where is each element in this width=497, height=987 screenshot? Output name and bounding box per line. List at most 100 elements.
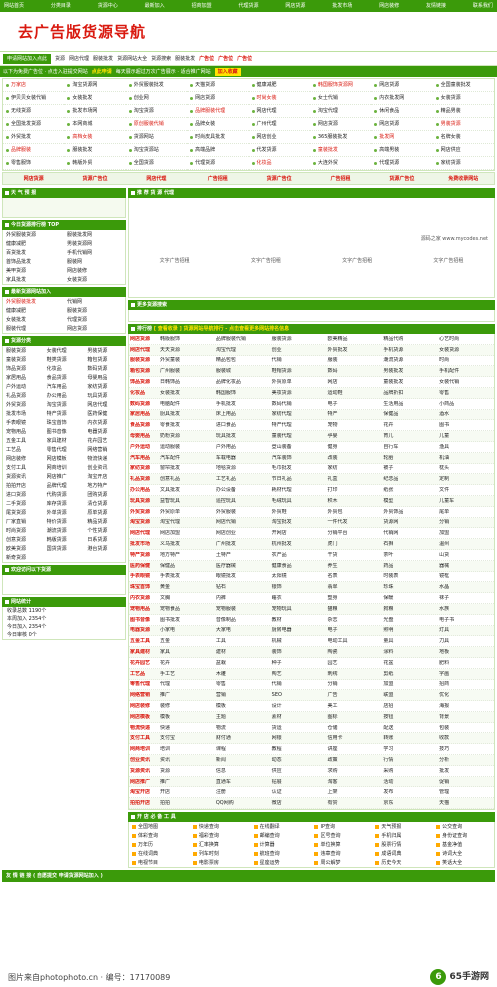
top-nav-item[interactable]: 最新加入 — [145, 3, 165, 9]
ranking-link[interactable]: 女装货源 — [438, 347, 494, 353]
ranking-link[interactable]: 货源 — [159, 768, 215, 774]
tool-link[interactable]: 在线词典 — [129, 849, 190, 858]
ranking-link[interactable]: 积木 — [326, 498, 382, 504]
category-link[interactable]: 医药保健 — [84, 409, 125, 418]
site-link[interactable]: 家纺货源 — [432, 157, 494, 170]
ranking-link[interactable]: 素材 — [271, 714, 327, 720]
category-link[interactable]: 汽车用品 — [44, 382, 85, 391]
tool-link[interactable]: IP查询 — [311, 822, 372, 831]
tool-link[interactable]: 公交查询 — [433, 822, 494, 831]
ranking-link[interactable]: 小家电 — [159, 627, 215, 633]
category-link[interactable]: 支付工具 — [3, 463, 44, 472]
ranking-link[interactable]: 外贸童装 — [159, 357, 215, 363]
ranking-link[interactable]: 外贸包 — [326, 509, 382, 515]
ranking-link[interactable]: 尾单 — [438, 509, 494, 515]
category-link[interactable]: 清仓货源 — [84, 499, 125, 508]
tool-link[interactable]: 身份证查询 — [433, 831, 494, 840]
category-link[interactable]: 办公用品 — [44, 391, 85, 400]
category-link[interactable]: 特产货源 — [44, 409, 85, 418]
site-link[interactable]: 淘宝货源 — [125, 105, 188, 118]
ranking-link[interactable]: 零食批发 — [159, 422, 215, 428]
ranking-link[interactable]: 教材 — [271, 617, 327, 623]
ranking-link[interactable]: 图书批发 — [159, 617, 215, 623]
category-tab[interactable]: 广告招租 — [187, 173, 248, 184]
ranking-link[interactable]: 管理 — [438, 789, 494, 795]
category-link[interactable]: 童装货源 — [3, 355, 44, 364]
ranking-category[interactable]: 工艺品 — [129, 671, 159, 677]
ranking-link[interactable]: 淘客 — [326, 779, 382, 785]
ranking-link[interactable]: 微店 — [271, 800, 327, 806]
new-site-item[interactable]: 女装批发 — [3, 315, 64, 324]
ranking-link[interactable]: 背景 — [438, 714, 494, 720]
ranking-link[interactable]: 优化 — [438, 692, 494, 698]
category-link[interactable]: 精品货源 — [84, 517, 125, 526]
new-site-item[interactable]: 服装货源 — [64, 306, 125, 315]
ranking-link[interactable]: 童装代理 — [271, 433, 327, 439]
ranking-link[interactable]: 农产品 — [271, 552, 327, 558]
ranking-category[interactable]: 家居用品 — [129, 411, 159, 417]
tool-link[interactable]: 计算器 — [251, 840, 312, 849]
ranking-link[interactable]: 信用卡 — [326, 735, 382, 741]
ranking-link[interactable]: 黄金 — [159, 584, 215, 590]
ranking-link[interactable]: 外贸原单 — [271, 379, 327, 385]
ranking-link[interactable]: 花卉 — [159, 660, 215, 666]
category-link[interactable]: 电器货源 — [84, 427, 125, 436]
category-link[interactable]: 外单货源 — [44, 508, 85, 517]
category-link[interactable]: 团购货源 — [84, 490, 125, 499]
ranking-link[interactable]: 汽车装饰 — [271, 455, 327, 461]
ranking-link[interactable]: 文胸 — [159, 595, 215, 601]
ranking-link[interactable]: 信息 — [215, 768, 271, 774]
tool-link[interactable]: 列车时刻 — [190, 849, 251, 858]
top-nav-item[interactable]: 代理货源 — [238, 3, 258, 9]
tool-link[interactable]: 股票行情 — [372, 840, 433, 849]
ranking-link[interactable]: 网银 — [271, 735, 327, 741]
ranking-link[interactable]: 分销 — [326, 681, 382, 687]
tool-link[interactable]: 单位换算 — [311, 840, 372, 849]
site-link[interactable]: 全国童装批发 — [432, 79, 494, 92]
ranking-link[interactable]: 改装 — [326, 455, 382, 461]
ranking-link[interactable]: 茶叶 — [382, 552, 438, 558]
ranking-category[interactable]: 家具建材 — [129, 649, 159, 655]
site-link[interactable]: 高端男装 — [371, 144, 433, 157]
category-link[interactable]: 网店模板 — [44, 454, 85, 463]
ranking-link[interactable]: 代销 — [271, 357, 327, 363]
ranking-link[interactable]: 收款 — [438, 735, 494, 741]
ranking-link[interactable]: 品牌化妆品 — [215, 379, 271, 385]
ranking-link[interactable]: 育儿 — [382, 433, 438, 439]
ranking-link[interactable]: 保健品 — [159, 563, 215, 569]
site-link[interactable]: 代理货源 — [187, 157, 249, 170]
site-link[interactable]: 休闲食品 — [371, 105, 433, 118]
ranking-link[interactable]: 猫粮 — [326, 606, 382, 612]
ranking-link[interactable]: 模板 — [159, 714, 215, 720]
ranking-link[interactable]: 名表 — [326, 573, 382, 579]
site-link[interactable]: 韩国服饰货源网 — [309, 79, 372, 92]
ranking-link[interactable]: 健身 — [326, 444, 382, 450]
ranking-category[interactable]: 化妆品 — [129, 390, 159, 396]
top-nav-item[interactable]: 批发市场 — [332, 3, 352, 9]
category-link[interactable]: 创意货源 — [3, 535, 44, 544]
rank-item[interactable]: 首饰品批发 — [3, 257, 64, 266]
site-link[interactable]: 时尚女装 — [248, 92, 310, 105]
category-link[interactable]: 网店推广 — [44, 472, 85, 481]
category-link[interactable]: 货源资讯 — [3, 472, 44, 481]
site-link[interactable]: 本网商城 — [64, 118, 126, 131]
ranking-link[interactable]: 银饰 — [271, 584, 327, 590]
category-link[interactable]: 二手货源 — [3, 499, 44, 508]
ranking-link[interactable]: 涂料 — [382, 649, 438, 655]
ranking-link[interactable]: 宠物食品 — [159, 606, 215, 612]
ranking-link[interactable]: 水族 — [438, 606, 494, 612]
ranking-link[interactable]: 医疗器械 — [215, 563, 271, 569]
ranking-link[interactable]: 创业 — [271, 347, 327, 353]
ranking-link[interactable]: 日韩饰品 — [159, 379, 215, 385]
ranking-link[interactable]: 鞋帽货源 — [271, 368, 327, 374]
ranking-category[interactable]: 饰品货源 — [129, 379, 159, 385]
ranking-link[interactable]: 被子 — [382, 465, 438, 471]
ranking-link[interactable]: 服装货源 — [271, 336, 327, 342]
ranking-link[interactable]: 图标 — [326, 714, 382, 720]
site-link[interactable]: 高档女装 — [64, 131, 126, 144]
ranking-link[interactable]: 品牌服装代销 — [215, 336, 271, 342]
ranking-category[interactable]: 网店推广 — [129, 779, 159, 785]
ranking-link[interactable]: 袜子 — [438, 595, 494, 601]
ranking-link[interactable]: 采购 — [382, 768, 438, 774]
ranking-link[interactable]: 推广 — [159, 779, 215, 785]
